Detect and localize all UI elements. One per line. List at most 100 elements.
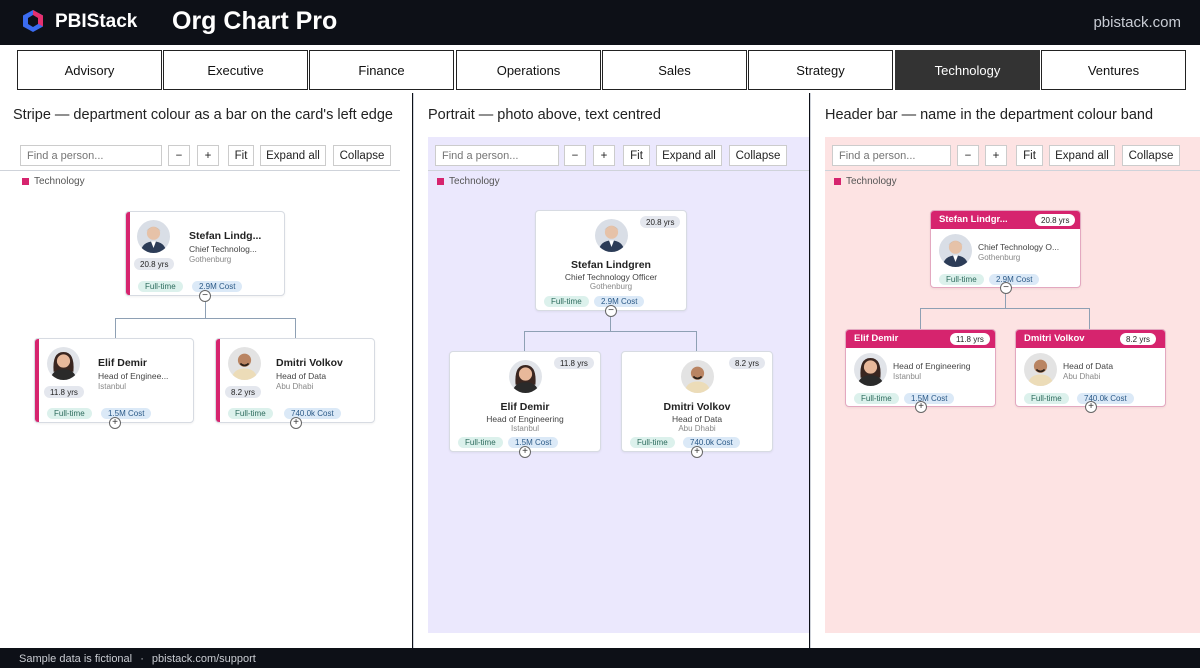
cost-pill: 1.5M Cost [904, 393, 955, 404]
panel-title: Stripe — department colour as a bar on t… [13, 107, 393, 123]
tenure-badge: 20.8 yrs [640, 216, 681, 228]
expand-toggle[interactable]: + [519, 446, 531, 458]
legend-label: Technology [34, 176, 85, 187]
person-location: Abu Dhabi [276, 382, 314, 391]
person-card-stefan[interactable]: Stefan Lindg... Chief Technolog... Gothe… [125, 211, 285, 302]
tenure-badge: 11.8 yrs [554, 357, 594, 369]
footer-separator: · [140, 653, 144, 665]
collapse-toggle[interactable]: − [1000, 282, 1012, 294]
person-location: Istanbul [510, 424, 540, 433]
search-input[interactable] [832, 145, 951, 166]
person-name: Stefan Lindgren [571, 259, 651, 271]
expand-toggle[interactable]: + [691, 446, 703, 458]
connector [524, 331, 525, 351]
tenure-badge: 8.2 yrs [225, 386, 262, 398]
tab-operations[interactable]: Operations [456, 50, 601, 90]
person-card-stefan[interactable]: Stefan Lindgr... 20.8 yrs Chief Technolo… [930, 210, 1081, 294]
app-title: Org Chart Pro [172, 7, 338, 35]
tab-finance[interactable]: Finance [309, 50, 454, 90]
person-location: Gothenburg [589, 282, 633, 291]
expand-toggle[interactable]: + [915, 401, 927, 413]
fit-button[interactable]: Fit [1016, 145, 1043, 166]
connector [696, 331, 697, 351]
connector [1005, 292, 1006, 308]
tab-sales[interactable]: Sales [602, 50, 747, 90]
employment-type-pill: Full-time [630, 437, 675, 448]
collapse-button[interactable]: Collapse [333, 145, 391, 166]
elif-portrait-icon [47, 347, 80, 380]
cost-pill: 2.9M Cost [989, 274, 1040, 285]
search-input[interactable] [435, 145, 559, 166]
connector [115, 318, 116, 338]
department-stripe [35, 339, 39, 422]
person-role: Chief Technolog... [189, 244, 257, 254]
department-stripe [126, 212, 130, 295]
panel-title: Header bar — name in the department colo… [825, 107, 1154, 123]
toolbar-divider [428, 170, 809, 171]
tab-strategy[interactable]: Strategy [748, 50, 893, 90]
person-role: Head of Enginee... [98, 371, 169, 381]
tenure-badge: 11.8 yrs [44, 386, 84, 398]
collapse-button[interactable]: Collapse [729, 145, 787, 166]
expand-all-button[interactable]: Expand all [656, 145, 722, 166]
logo-hexagon-icon [23, 10, 43, 32]
expand-all-button[interactable]: Expand all [1049, 145, 1115, 166]
person-card-dmitri[interactable]: 8.2 yrs Dmitri Volkov Head of Data Abu D… [621, 351, 773, 458]
employment-type-pill: Full-time [939, 274, 984, 285]
department-tabs: Advisory Executive Finance Operations Sa… [0, 45, 1200, 93]
connector [205, 301, 206, 318]
zoom-out-button[interactable]: − [564, 145, 586, 166]
search-input[interactable] [20, 145, 162, 166]
cost-pill: 1.5M Cost [508, 437, 559, 448]
legend: Technology [834, 176, 897, 187]
cost-pill: 1.5M Cost [101, 408, 152, 419]
elif-portrait-icon [509, 360, 542, 393]
zoom-in-button[interactable]: + [593, 145, 615, 166]
employment-type-pill: Full-time [544, 296, 589, 307]
person-card-stefan[interactable]: 20.8 yrs Stefan Lindgren Chief Technolog… [535, 210, 687, 317]
panel-title: Portrait — photo above, text centred [428, 107, 661, 123]
tab-technology[interactable]: Technology [895, 50, 1040, 90]
fit-button[interactable]: Fit [623, 145, 650, 166]
person-location: Gothenburg [978, 253, 1021, 262]
footer-note: Sample data is fictional [19, 653, 133, 665]
stefan-portrait-icon [939, 234, 972, 267]
person-location: Gothenburg [189, 255, 232, 264]
connector [115, 318, 296, 319]
person-location: Abu Dhabi [1063, 372, 1101, 381]
fit-button[interactable]: Fit [228, 145, 254, 166]
person-location: Istanbul [893, 372, 922, 381]
person-role: Head of Data [671, 414, 723, 424]
site-link[interactable]: pbistack.com [1093, 14, 1181, 31]
person-card-elif[interactable]: 11.8 yrs Elif Demir Head of Engineering … [449, 351, 601, 458]
zoom-in-button[interactable]: + [197, 145, 219, 166]
employment-type-pill: Full-time [47, 408, 92, 419]
zoom-out-button[interactable]: − [957, 145, 979, 166]
person-name: Elif Demir [500, 401, 550, 413]
legend-swatch [22, 178, 29, 185]
tab-executive[interactable]: Executive [163, 50, 308, 90]
expand-toggle[interactable]: + [290, 417, 302, 429]
zoom-out-button[interactable]: − [168, 145, 190, 166]
person-card-dmitri[interactable]: Dmitri Volkov 8.2 yrs Head of Data Abu D… [1015, 329, 1166, 413]
person-card-dmitri[interactable]: Dmitri Volkov Head of Data Abu Dhabi 8.2… [215, 338, 375, 429]
support-link[interactable]: pbistack.com/support [152, 653, 256, 665]
dmitri-portrait-icon [1024, 353, 1057, 386]
expand-toggle[interactable]: + [1085, 401, 1097, 413]
collapse-button[interactable]: Collapse [1122, 145, 1180, 166]
connector [295, 318, 296, 338]
person-name: Elif Demir [854, 333, 899, 344]
collapse-toggle[interactable]: − [199, 290, 211, 302]
expand-all-button[interactable]: Expand all [260, 145, 326, 166]
person-card-elif[interactable]: Elif Demir 11.8 yrs Head of Engineering … [845, 329, 996, 413]
tab-advisory[interactable]: Advisory [17, 50, 162, 90]
panel-stripe: Stripe — department colour as a bar on t… [0, 93, 412, 648]
expand-toggle[interactable]: + [109, 417, 121, 429]
collapse-toggle[interactable]: − [605, 305, 617, 317]
employment-type-pill: Full-time [854, 393, 899, 404]
person-name: Dmitri Volkov [663, 401, 731, 413]
person-card-elif[interactable]: Elif Demir Head of Enginee... Istanbul 1… [34, 338, 194, 429]
zoom-in-button[interactable]: + [985, 145, 1007, 166]
tab-ventures[interactable]: Ventures [1041, 50, 1186, 90]
person-role: Head of Data [1063, 361, 1114, 371]
